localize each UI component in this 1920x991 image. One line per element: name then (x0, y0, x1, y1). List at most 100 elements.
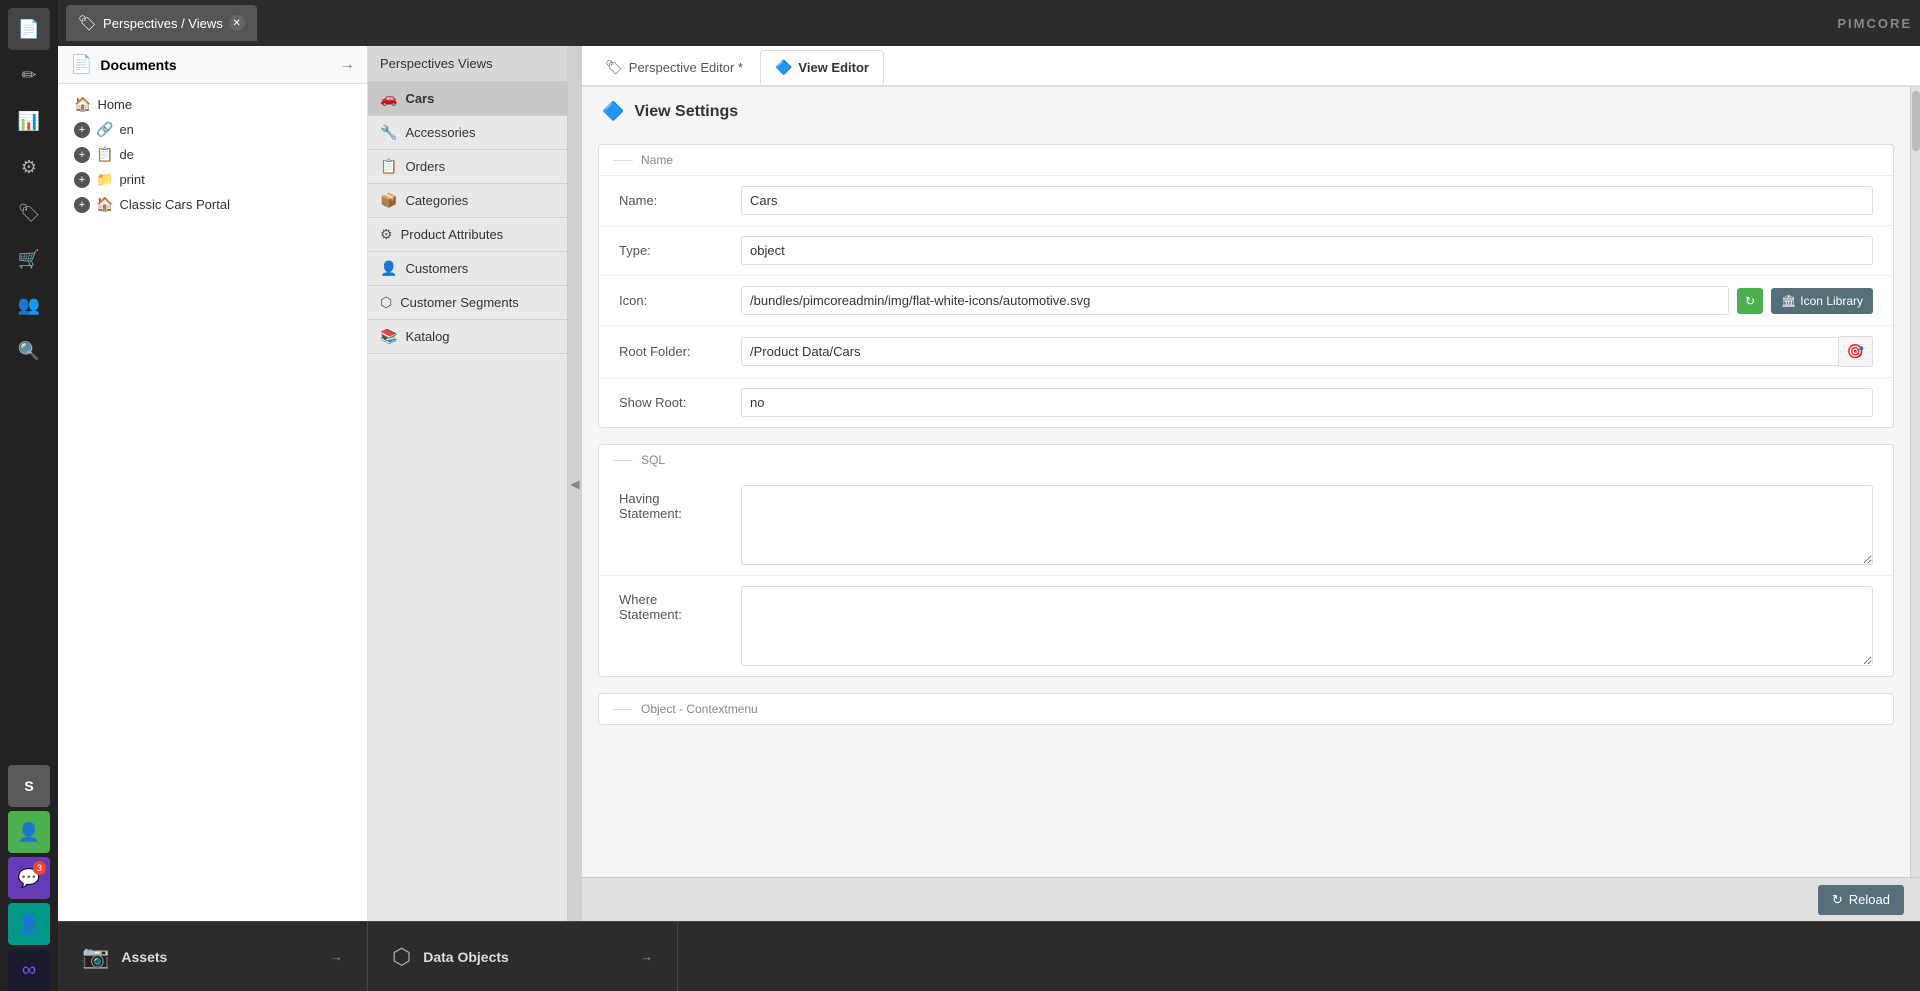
perspective-editor-tab-label: Perspective Editor * (629, 60, 743, 75)
assets-panel-icon: 📷 (82, 944, 109, 970)
perspective-item-orders-label: Orders (405, 159, 445, 174)
cars-perspective-icon: 🚗 (380, 90, 397, 107)
link-icon: 🔗 (96, 121, 113, 138)
sidebar-icon-person[interactable]: 👤 (8, 811, 50, 853)
en-plus-btn[interactable]: + (74, 122, 90, 138)
tree-item-de-label: de (119, 147, 351, 162)
orders-perspective-icon: 📋 (380, 158, 397, 175)
de-plus-btn[interactable]: + (74, 147, 90, 163)
tree-item-de[interactable]: + 📋 de (58, 142, 367, 167)
perspectives-tab-close[interactable]: ✕ (229, 15, 245, 31)
sidebar-icon-symfony[interactable]: S (8, 765, 50, 807)
perspectives-tab-icon: 🏷 (78, 14, 97, 32)
bottom-bar: ↻ Reload (582, 877, 1920, 921)
documents-header: 📄 Documents → (58, 46, 367, 84)
editor-content: 🔷 View Settings Name Name: (582, 87, 1910, 877)
sidebar-icon-cart[interactable]: 🛒 (8, 238, 50, 280)
icon-library-label: Icon Library (1800, 294, 1863, 308)
data-objects-panel-item[interactable]: ⬡ Data Objects → (368, 922, 678, 991)
tree-item-en[interactable]: + 🔗 en (58, 117, 367, 142)
scrollbar[interactable] (1910, 87, 1920, 877)
documents-expand-arrow[interactable]: → (339, 56, 355, 74)
top-tabbar: 🏷 Perspectives / Views ✕ PIMCORE (58, 0, 1920, 46)
reload-label: Reload (1849, 892, 1890, 907)
sidebar-icon-chat[interactable]: 💬3 (8, 857, 50, 899)
sidebar-icon-chart[interactable]: 📊 (8, 100, 50, 142)
context-menu-section: Object - Contextmenu (598, 693, 1894, 725)
show-root-form-row: Show Root: (599, 378, 1893, 427)
perspective-item-categories[interactable]: 📦 Categories (368, 184, 567, 218)
perspectives-list: 🚗 Cars 🔧 Accessories 📋 Orders 📦 Categori… (368, 82, 567, 921)
documents-tree: 🏠 Home + 🔗 en + 📋 de + 📁 print (58, 84, 367, 921)
having-statement-row: HavingStatement: (599, 475, 1893, 576)
data-objects-panel-arrow: → (640, 949, 653, 964)
chat-badge: 3 (33, 861, 46, 875)
sidebar-icon-user2[interactable]: 👤 (8, 903, 50, 945)
perspective-item-accessories-label: Accessories (405, 125, 475, 140)
icon-library-button[interactable]: 🏛 Icon Library (1771, 288, 1873, 314)
root-folder-input[interactable] (741, 337, 1839, 366)
sidebar: 📄 ✏ 📊 ⚙ 🏷 🛒 👥 🔍 S 👤 💬3 👤 ∞ (0, 0, 58, 991)
sidebar-icon-users[interactable]: 👥 (8, 284, 50, 326)
perspective-item-product-attributes[interactable]: ⚙ Product Attributes (368, 218, 567, 252)
print-plus-btn[interactable]: + (74, 172, 90, 188)
name-section-label: Name (599, 145, 1893, 176)
customer-segs-perspective-icon: ⬡ (380, 294, 392, 311)
tab-perspective-editor[interactable]: 🏷 Perspective Editor * (590, 50, 758, 85)
classic-plus-btn[interactable]: + (74, 197, 90, 213)
home-icon: 🏠 (74, 96, 91, 113)
assets-panel-label: Assets (121, 949, 167, 965)
documents-title: 📄 Documents (70, 54, 177, 75)
documents-title-text: Documents (100, 57, 176, 73)
context-menu-section-label: Object - Contextmenu (599, 694, 1893, 724)
view-settings-title: 🔷 View Settings (582, 87, 1910, 136)
sidebar-icon-search[interactable]: 🔍 (8, 330, 50, 372)
icon-refresh-button[interactable]: ↻ (1737, 288, 1763, 314)
product-attrs-perspective-icon: ⚙ (380, 226, 393, 243)
perspective-item-accessories[interactable]: 🔧 Accessories (368, 116, 567, 150)
target-icon: 🎯 (1847, 343, 1864, 360)
sidebar-icon-settings[interactable]: ⚙ (8, 146, 50, 188)
perspective-item-orders[interactable]: 📋 Orders (368, 150, 567, 184)
type-input[interactable] (741, 236, 1873, 265)
perspectives-header: Perspectives Views (368, 46, 567, 82)
documents-icon: 📄 (70, 54, 92, 75)
having-label: HavingStatement: (619, 485, 729, 521)
tab-perspectives-views[interactable]: 🏷 Perspectives / Views ✕ (66, 5, 257, 41)
collapse-handle[interactable]: ◀ (568, 46, 582, 921)
tree-item-home-label: Home (97, 97, 351, 112)
page-icon: 📋 (96, 146, 113, 163)
sql-section: SQL HavingStatement: WhereStatement: (598, 444, 1894, 677)
editor-panel: 🏷 Perspective Editor * 🔷 View Editor 🔷 V… (582, 46, 1920, 921)
having-statement-input[interactable] (741, 485, 1873, 565)
perspective-item-cars[interactable]: 🚗 Cars (368, 82, 567, 116)
icon-input[interactable] (741, 286, 1729, 315)
sidebar-icon-infinity[interactable]: ∞ (8, 949, 50, 991)
bottom-panels: 📷 Assets → ⬡ Data Objects → (58, 921, 1920, 991)
context-menu-label-text: Object - Contextmenu (641, 702, 758, 716)
name-label: Name: (619, 193, 729, 208)
tree-item-home[interactable]: 🏠 Home (58, 92, 367, 117)
name-input[interactable] (741, 186, 1873, 215)
assets-panel-item[interactable]: 📷 Assets → (58, 922, 368, 991)
root-folder-form-row: Root Folder: 🎯 (599, 326, 1893, 378)
perspective-item-customers[interactable]: 👤 Customers (368, 252, 567, 286)
tab-view-editor[interactable]: 🔷 View Editor (760, 50, 884, 85)
perspective-item-customers-label: Customers (405, 261, 468, 276)
icon-form-row: Icon: ↻ 🏛 Icon Library (599, 276, 1893, 326)
type-label: Type: (619, 243, 729, 258)
tree-item-classic-cars-label: Classic Cars Portal (119, 197, 351, 212)
sidebar-icon-tag[interactable]: 🏷 (8, 192, 50, 234)
data-objects-panel-label: Data Objects (423, 949, 509, 965)
root-folder-pick-button[interactable]: 🎯 (1839, 336, 1873, 367)
sidebar-icon-documents[interactable]: 📄 (8, 8, 50, 50)
show-root-input[interactable] (741, 388, 1873, 417)
sidebar-icon-pencil[interactable]: ✏ (8, 54, 50, 96)
tree-item-print[interactable]: + 📁 print (58, 167, 367, 192)
perspective-item-customer-segments[interactable]: ⬡ Customer Segments (368, 286, 567, 320)
show-root-label: Show Root: (619, 395, 729, 410)
tree-item-classic-cars[interactable]: + 🏠 Classic Cars Portal (58, 192, 367, 217)
where-statement-input[interactable] (741, 586, 1873, 666)
perspective-item-katalog[interactable]: 📚 Katalog (368, 320, 567, 354)
reload-button[interactable]: ↻ Reload (1818, 885, 1904, 915)
